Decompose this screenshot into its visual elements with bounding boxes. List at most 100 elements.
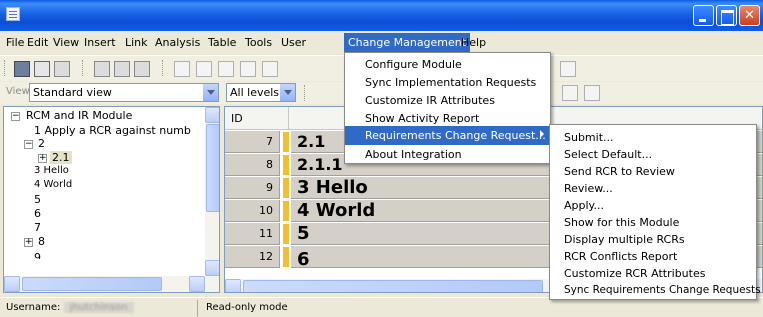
properties-icon[interactable]	[54, 61, 70, 77]
row-marker	[283, 247, 289, 267]
menu-item-select-default[interactable]: Select Default...	[550, 146, 756, 163]
module-tree[interactable]: − RCM and IR Module 1 Apply a RCR agains…	[3, 106, 220, 293]
menu-item-send-rcr-to-review[interactable]: Send RCR to Review	[550, 163, 756, 180]
tree-item[interactable]: 8	[38, 235, 45, 248]
tree-vertical-scrollbar[interactable]	[205, 107, 219, 292]
collapse-icon[interactable]: −	[11, 112, 20, 121]
menu-edit[interactable]: Edit	[27, 35, 48, 51]
level-select-value: All levels	[230, 86, 280, 99]
insert-object-icon[interactable]	[94, 61, 110, 77]
menu-item-about-integration[interactable]: About Integration	[345, 146, 550, 163]
menu-file[interactable]: File	[6, 35, 24, 51]
id-column-header[interactable]: ID	[231, 112, 243, 125]
row-marker	[283, 155, 289, 175]
tree-item-selected[interactable]: 2.1	[50, 151, 72, 164]
menu-item-configure-module[interactable]: Configure Module	[345, 56, 550, 73]
insert-below-icon[interactable]	[114, 61, 130, 77]
menu-item-show-activity-report[interactable]: Show Activity Report	[345, 110, 550, 127]
row-id: 7	[225, 131, 280, 153]
scroll-thumb[interactable]	[206, 124, 219, 212]
menu-user[interactable]: User	[281, 35, 306, 51]
delete-icon[interactable]	[240, 61, 256, 77]
scroll-right-icon[interactable]	[189, 276, 205, 292]
document-icon[interactable]	[6, 7, 20, 21]
tree-item[interactable]: 1 Apply a RCR against numb	[34, 124, 191, 137]
scroll-down-icon[interactable]	[205, 260, 219, 276]
tree-item[interactable]: 7	[34, 221, 41, 234]
filter-icon[interactable]	[560, 61, 576, 77]
toolbar-grip[interactable]	[4, 60, 7, 76]
menu-item-rcr-conflicts-report[interactable]: RCR Conflicts Report	[550, 248, 756, 265]
status-bar: Username: jhutchinson Read-only mode	[0, 297, 763, 317]
sort-az-icon[interactable]	[584, 85, 600, 101]
table-insert-icon[interactable]	[196, 61, 212, 77]
change-management-menu: Configure Module Sync Implementation Req…	[344, 52, 551, 164]
table-icon[interactable]	[174, 61, 190, 77]
row-marker	[283, 201, 289, 221]
scroll-up-icon[interactable]	[205, 107, 219, 123]
toolbar-grip[interactable]	[304, 85, 307, 101]
menu-insert[interactable]: Insert	[84, 35, 116, 51]
username-value: jhutchinson	[63, 302, 134, 313]
username-label: Username:	[6, 302, 61, 313]
menu-item-sync-requirements-change-requests[interactable]: Sync Requirements Change Requests	[550, 282, 761, 299]
expand-icon[interactable]: +	[24, 238, 33, 247]
expand-icon[interactable]: +	[38, 154, 47, 163]
menu-table[interactable]: Table	[208, 35, 236, 51]
column-divider[interactable]	[288, 107, 289, 129]
print-icon[interactable]	[34, 61, 50, 77]
menu-item-sync-implementation-requests[interactable]: Sync Implementation Requests	[345, 74, 550, 91]
submenu-arrow-icon	[540, 130, 544, 138]
view-label: View	[6, 86, 30, 97]
table-cell-icon[interactable]	[218, 61, 234, 77]
menu-change-management[interactable]: Change Management	[344, 33, 471, 52]
link-icon[interactable]	[262, 61, 278, 77]
tree-horizontal-scrollbar[interactable]	[4, 276, 205, 292]
row-id: 8	[225, 154, 280, 176]
row-id: 9	[225, 177, 280, 199]
scroll-left-icon[interactable]	[4, 276, 20, 292]
tree-item[interactable]: 4 World	[34, 179, 72, 190]
menu-item-apply[interactable]: Apply...	[550, 197, 756, 214]
view-select[interactable]: Standard view	[29, 83, 219, 102]
menu-link[interactable]: Link	[125, 35, 148, 51]
collapse-icon[interactable]: −	[24, 140, 33, 149]
tree-item[interactable]: 3 Hello	[34, 165, 69, 176]
menu-item-display-multiple-rcrs[interactable]: Display multiple RCRs	[550, 231, 756, 248]
level-select[interactable]: All levels	[226, 83, 296, 102]
scroll-thumb[interactable]	[22, 277, 162, 291]
tree-item[interactable]: 2	[38, 137, 45, 150]
sort-icon[interactable]	[562, 85, 578, 101]
menu-item-show-for-this-module[interactable]: Show for this Module	[550, 214, 756, 231]
insert-after-icon[interactable]	[134, 61, 150, 77]
close-icon[interactable]: ✕	[739, 5, 760, 26]
title-bar: ✕	[0, 0, 763, 31]
menu-view[interactable]: View	[53, 35, 79, 51]
save-icon[interactable]	[14, 61, 30, 77]
menu-help[interactable]: Help	[461, 35, 486, 51]
chevron-down-icon[interactable]	[202, 84, 218, 101]
row-id: 11	[225, 223, 280, 245]
toolbar-grip[interactable]	[162, 60, 165, 76]
tree-item[interactable]: 6	[34, 207, 41, 220]
row-id: 10	[225, 200, 280, 222]
tree-item[interactable]: 9	[34, 251, 41, 259]
scroll-thumb[interactable]	[243, 280, 543, 292]
chevron-down-icon[interactable]	[279, 84, 295, 101]
menu-item-requirements-change-request[interactable]: Requirements Change Request...	[345, 126, 550, 145]
menu-item-label: Requirements Change Request...	[365, 129, 546, 142]
rcr-submenu: Submit... Select Default... Send RCR to …	[549, 124, 761, 300]
menu-item-submit[interactable]: Submit...	[550, 129, 756, 146]
minimize-icon[interactable]	[693, 5, 714, 26]
tree-item[interactable]: 5	[34, 193, 41, 206]
scroll-left-icon[interactable]	[225, 279, 241, 292]
tree-root[interactable]: RCM and IR Module	[26, 109, 132, 122]
menu-analysis[interactable]: Analysis	[155, 35, 200, 51]
menu-tools[interactable]: Tools	[245, 35, 272, 51]
toolbar-grip[interactable]	[82, 60, 85, 76]
maximize-icon[interactable]	[716, 5, 737, 26]
menu-item-review[interactable]: Review...	[550, 180, 756, 197]
menu-item-customize-ir-attributes[interactable]: Customize IR Attributes	[345, 92, 550, 109]
row-marker	[283, 224, 289, 244]
menu-item-customize-rcr-attributes[interactable]: Customize RCR Attributes	[550, 265, 756, 282]
